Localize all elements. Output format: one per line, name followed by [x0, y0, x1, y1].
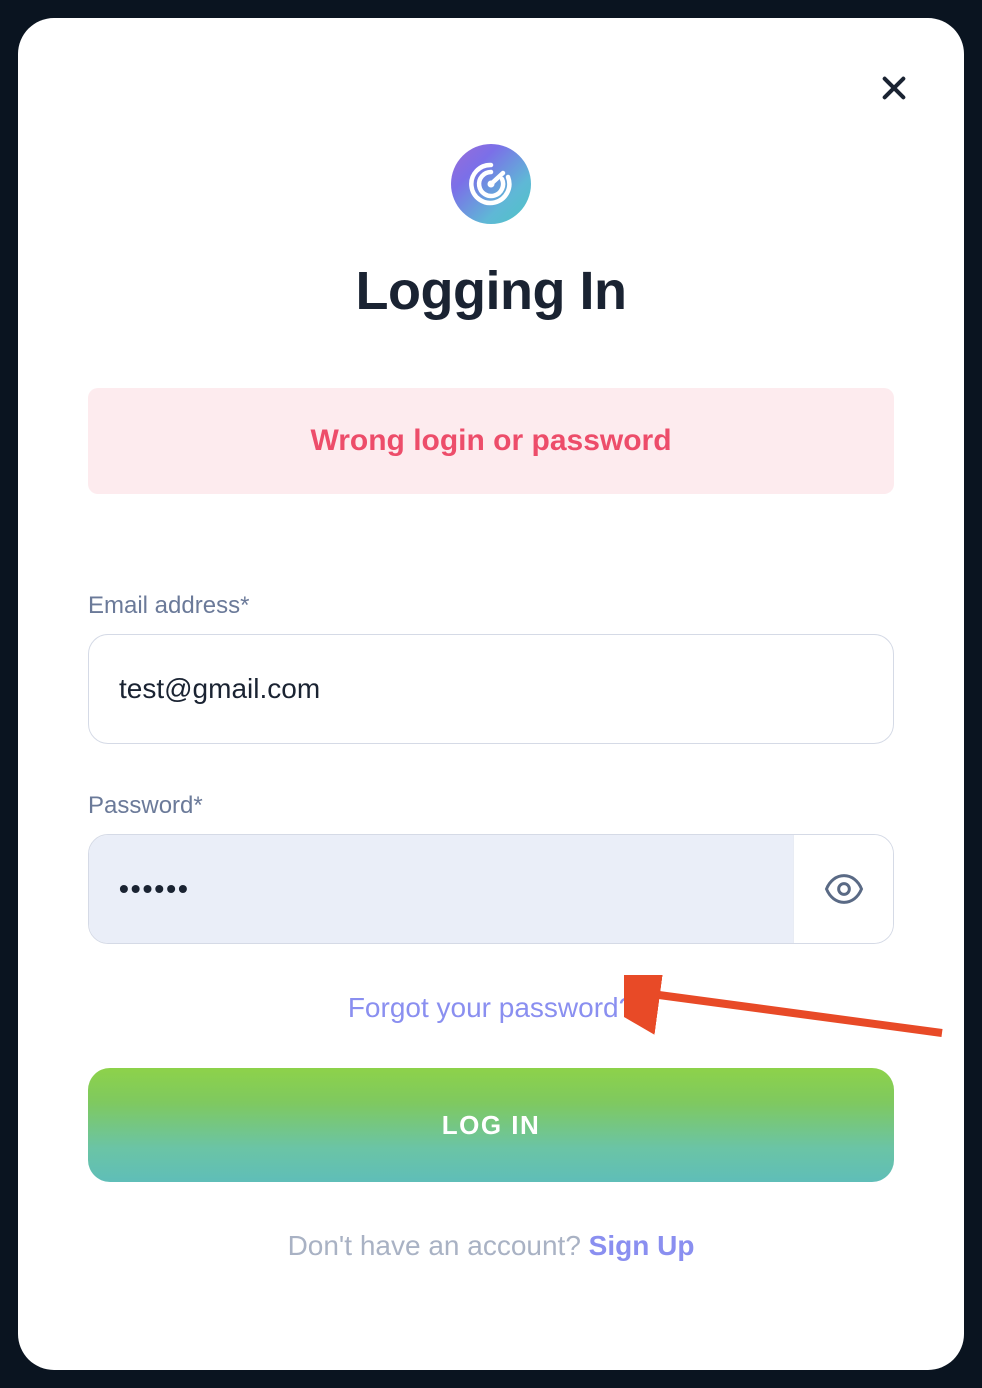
email-input-wrap [88, 634, 894, 744]
signup-prefix: Don't have an account? [288, 1230, 589, 1261]
forgot-password-link[interactable]: Forgot your password? [88, 992, 894, 1024]
signup-link[interactable]: Sign Up [589, 1230, 695, 1261]
password-group: Password* •••••• [88, 792, 894, 944]
email-label: Email address* [88, 592, 894, 620]
toggle-password-visibility-button[interactable] [793, 835, 893, 943]
login-form: Email address* Password* •••••• Forgot y… [88, 592, 894, 1262]
error-banner: Wrong login or password [88, 388, 894, 494]
gauge-icon [464, 157, 518, 211]
page-title: Logging In [356, 260, 627, 322]
password-masked-value: •••••• [119, 873, 190, 905]
error-message: Wrong login or password [108, 424, 874, 458]
login-modal: Logging In Wrong login or password Email… [18, 18, 964, 1370]
eye-icon [824, 869, 864, 909]
close-icon [878, 72, 910, 104]
login-button[interactable]: LOG IN [88, 1068, 894, 1182]
password-label: Password* [88, 792, 894, 820]
email-group: Email address* [88, 592, 894, 744]
password-input-wrap: •••••• [88, 834, 894, 944]
password-input[interactable]: •••••• [89, 835, 793, 943]
close-button[interactable] [872, 66, 916, 110]
brand-logo [451, 144, 531, 224]
email-input[interactable] [89, 635, 893, 743]
signup-row: Don't have an account? Sign Up [88, 1230, 894, 1262]
